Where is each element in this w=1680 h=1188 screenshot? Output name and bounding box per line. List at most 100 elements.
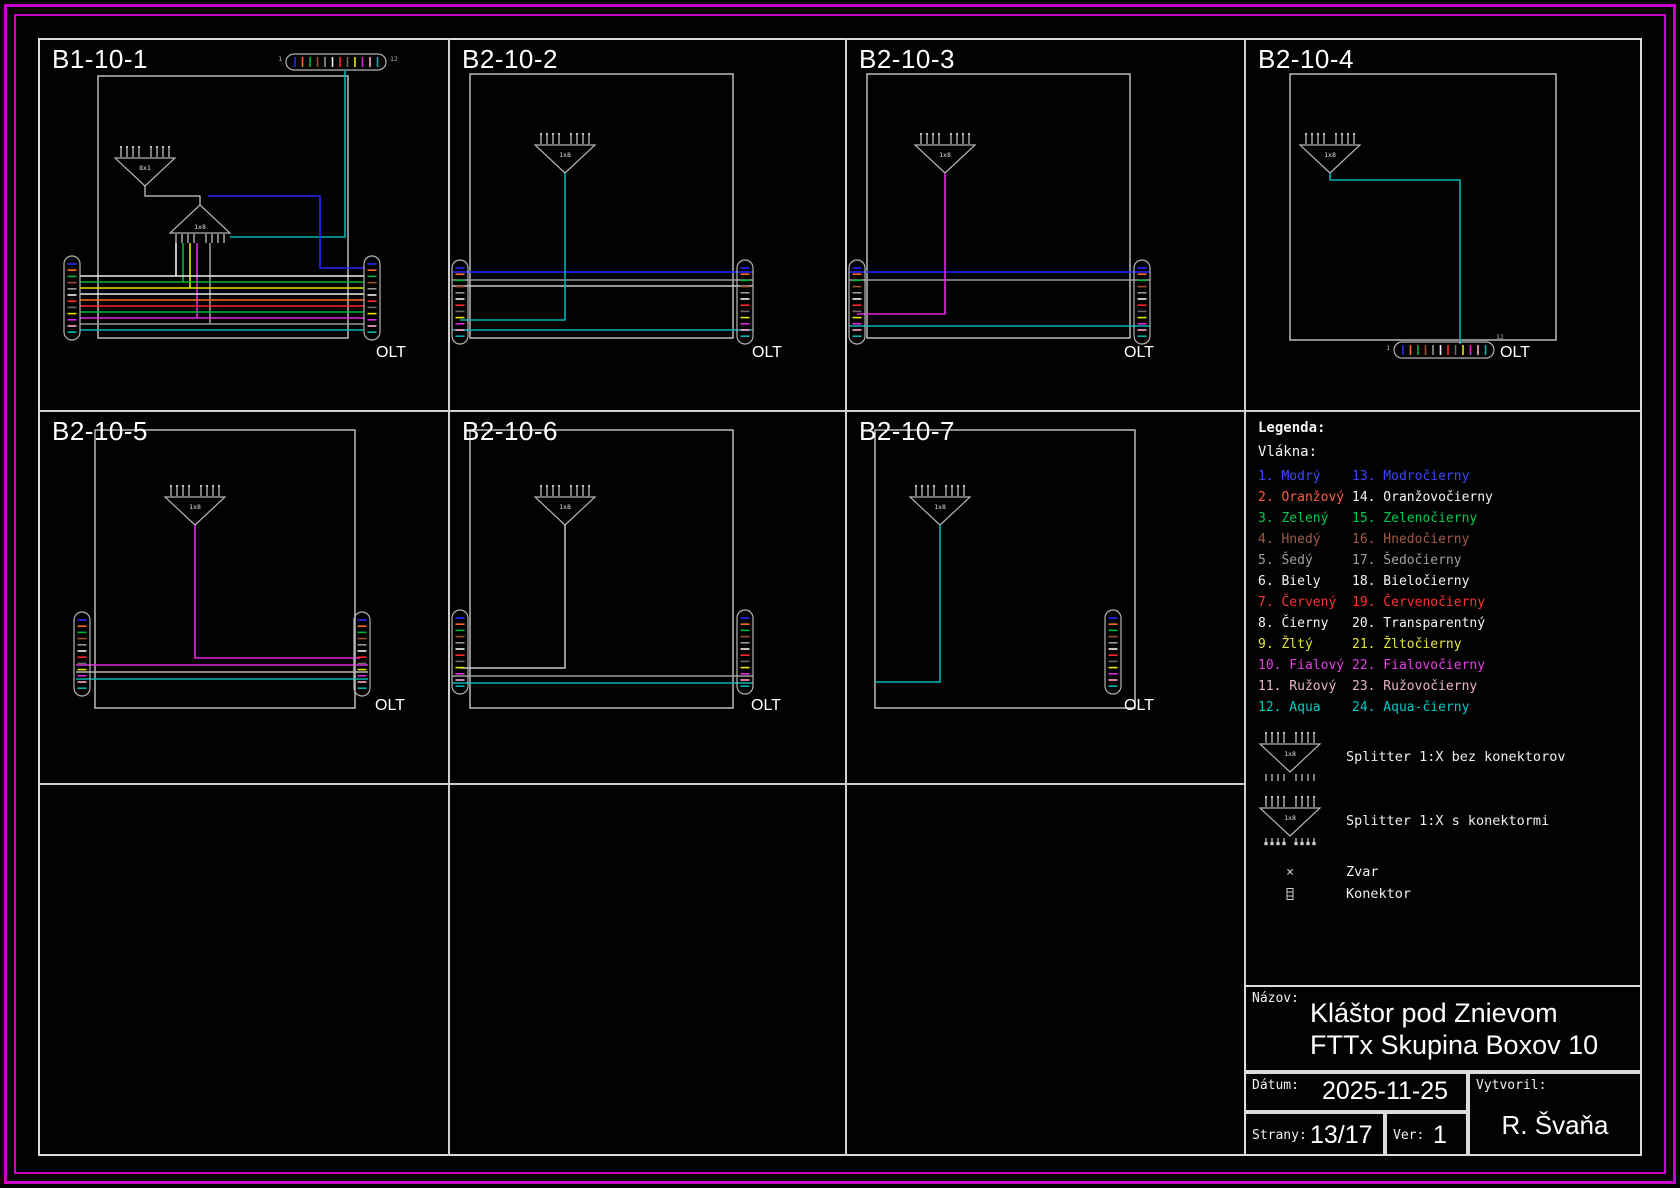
legend-fiber-item: 11. Ružový <box>1258 676 1352 697</box>
svg-text:1x8: 1x8 <box>189 503 201 511</box>
panel-title: B2-10-5 <box>52 416 148 447</box>
ver-label: Ver: <box>1393 1128 1424 1143</box>
olt-label: OLT <box>751 697 781 715</box>
legend-fiber-item: 6. Biely <box>1258 571 1352 592</box>
vytvoril-label: Vytvoril: <box>1476 1078 1546 1093</box>
svg-text:1x8: 1x8 <box>194 223 206 231</box>
fiber-loop-left <box>64 256 80 340</box>
panel-drawing: 1x8 <box>448 410 845 783</box>
legend-fiber-item: 24. Aqua-čierny <box>1352 697 1493 718</box>
legend-fiber-item: 4. Hnedý <box>1258 529 1352 550</box>
legend-fibers-col-b: 13. Modročierny14. Oranžovočierny15. Zel… <box>1352 466 1493 718</box>
olt-label: OLT <box>752 344 782 362</box>
violet-fiber-route <box>857 173 945 314</box>
legend-title: Legenda: <box>1258 420 1642 436</box>
aqua-fiber-route <box>875 525 940 682</box>
ribbon-end-number: 12 <box>390 55 398 63</box>
legend-fiber-item: 19. Červenočierny <box>1352 592 1493 613</box>
olt-label: OLT <box>1500 344 1530 362</box>
splitter-no-connectors-icon: 1x8 <box>1258 732 1322 782</box>
panel-b2-10-2: 1x8 B2-10-2 OLT <box>448 38 845 410</box>
grid-line <box>38 783 1244 785</box>
svg-text:1x8: 1x8 <box>559 151 571 159</box>
legend-fiber-item: 13. Modročierny <box>1352 466 1493 487</box>
splitter-icon: 1x8 <box>915 133 975 173</box>
distribution-box-outline <box>1290 74 1556 340</box>
legend-fiber-item: 16. Hnedočierny <box>1352 529 1493 550</box>
legend-fiber-item: 23. Ružovočierny <box>1352 676 1493 697</box>
fiber-loop-right <box>1105 610 1121 694</box>
legend-fiber-item: 10. Fialový <box>1258 655 1352 676</box>
panel-b2-10-6: 1x8 B2-10-6 OLT <box>448 410 845 783</box>
ver-value: 1 <box>1433 1121 1447 1150</box>
project-title: Kláštor pod Znievom FTTx Skupina Boxov 1… <box>1310 997 1598 1061</box>
aqua-fiber-route <box>460 173 565 320</box>
author-name: R. Švaňa <box>1470 1110 1640 1141</box>
drawing-sheet: 1 12 8x1 1x8 B1-10-1 OLT 1x8 <box>0 0 1680 1188</box>
panel-title: B2-10-3 <box>859 44 955 75</box>
legend-konektor-label: Konektor <box>1346 886 1411 902</box>
distribution-box-outline <box>470 430 733 708</box>
legend-zvar-label: Zvar <box>1346 864 1379 880</box>
legend-subtitle: Vlákna: <box>1258 444 1642 460</box>
titleblock-datum-box: Dátum: 2025-11-25 <box>1244 1072 1468 1112</box>
legend-fiber-item: 9. Žltý <box>1258 634 1352 655</box>
fiber-loop-right <box>354 612 370 696</box>
svg-text:1x8: 1x8 <box>559 503 571 511</box>
titleblock-nazov-box: Názov: Kláštor pod Znievom FTTx Skupina … <box>1244 985 1642 1072</box>
panel-b2-10-3: 1x8 B2-10-3 OLT <box>845 38 1244 410</box>
panel-drawing: 1x8 <box>38 410 448 783</box>
legend-splitter2-label: Splitter 1:X s konektormi <box>1346 813 1549 829</box>
panel-b2-10-4: 1x8 1 12 B2-10-4 OLT <box>1244 38 1642 410</box>
splitter-icon: 8x1 <box>115 146 175 186</box>
panel-title: B1-10-1 <box>52 44 148 75</box>
olt-label: OLT <box>1124 344 1154 362</box>
panel-title: B2-10-2 <box>462 44 558 75</box>
project-title-line2: FTTx Skupina Boxov 10 <box>1310 1029 1598 1061</box>
panel-b2-10-5: 1x8 B2-10-5 OLT <box>38 410 448 783</box>
violet-fiber-route <box>195 525 360 658</box>
legend-fibers-col-a: 1. Modrý2. Oranžový3. Zelený4. Hnedý5. Š… <box>1258 466 1352 718</box>
panel-b2-10-7: 1x8 B2-10-7 OLT <box>845 410 1244 783</box>
legend-fiber-item: 12. Aqua <box>1258 697 1352 718</box>
legend-fiber-item: 14. Oranžovočierny <box>1352 487 1493 508</box>
blue-fiber-route <box>208 196 364 268</box>
distribution-box-outline <box>95 430 355 708</box>
ribbon-start-number: 1 <box>278 55 282 63</box>
splitter-icon: 1x8 <box>170 205 230 243</box>
panel-b1-10-1: 1 12 8x1 1x8 B1-10-1 OLT <box>38 38 448 410</box>
distribution-box-outline <box>875 430 1135 708</box>
konektor-icon <box>1285 887 1295 901</box>
strany-value: 13/17 <box>1310 1121 1373 1150</box>
svg-text:1x8: 1x8 <box>1324 151 1336 159</box>
splitter-icon: 1x8 <box>910 485 970 525</box>
splitter-icon: 1x8 <box>165 485 225 525</box>
legend-fiber-item: 20. Transparentný <box>1352 613 1493 634</box>
svg-text:1x8: 1x8 <box>1284 814 1296 822</box>
legend-fiber-item: 7. Červený <box>1258 592 1352 613</box>
zvar-icon: × <box>1258 865 1322 880</box>
ribbon-end-number: 12 <box>1496 333 1504 341</box>
fiber-loop-right <box>737 610 753 694</box>
titleblock-ver-box: Ver: 1 <box>1385 1112 1468 1156</box>
splitter-with-connectors-icon: 1x8 <box>1258 796 1322 846</box>
fiber-loop-right <box>364 256 380 340</box>
project-title-line1: Kláštor pod Znievom <box>1310 997 1598 1029</box>
legend-fiber-item: 21. Žltočierny <box>1352 634 1493 655</box>
strany-label: Strany: <box>1252 1128 1307 1143</box>
nazov-label: Názov: <box>1252 991 1299 1006</box>
panel-title: B2-10-6 <box>462 416 558 447</box>
fiber-loop-left <box>74 612 90 696</box>
legend-fiber-list: 1. Modrý2. Oranžový3. Zelený4. Hnedý5. Š… <box>1258 466 1642 718</box>
fiber-ribbon-connector: 1 12 <box>278 54 398 70</box>
olt-label: OLT <box>376 344 406 362</box>
panel-drawing: 1x8 1 12 <box>1244 38 1642 410</box>
olt-label: OLT <box>1124 697 1154 715</box>
datum-label: Dátum: <box>1252 1078 1299 1093</box>
fiber-bundle <box>80 276 364 330</box>
datum-value: 2025-11-25 <box>1322 1077 1448 1106</box>
splitter-icon: 1x8 <box>535 485 595 525</box>
panel-title: B2-10-4 <box>1258 44 1354 75</box>
distribution-box-outline <box>98 76 348 338</box>
fiber-loop-left <box>452 610 468 694</box>
